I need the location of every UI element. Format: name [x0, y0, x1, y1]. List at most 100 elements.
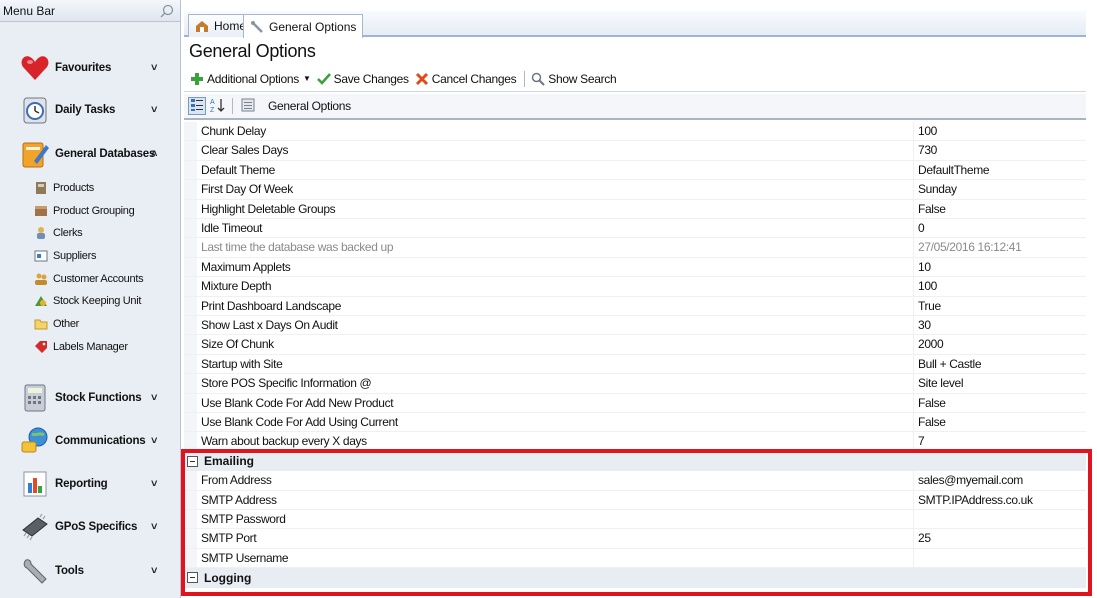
property-value[interactable]: 100	[918, 279, 937, 293]
row-margin	[184, 548, 197, 568]
property-value[interactable]: 100	[918, 124, 937, 138]
property-value[interactable]: True	[918, 299, 941, 313]
property-value[interactable]: Bull + Castle	[918, 357, 982, 371]
pin-icon[interactable]	[160, 4, 174, 18]
sidebar-item-clerks[interactable]: Clerks	[34, 223, 83, 243]
category-logging[interactable]: Logging	[184, 568, 1086, 588]
property-name: Chunk Delay	[201, 124, 266, 138]
property-row[interactable]: Mixture Depth 100	[184, 277, 1086, 297]
collapse-toggle-icon[interactable]	[187, 572, 198, 584]
property-row[interactable]: Size Of Chunk 2000	[184, 335, 1086, 355]
plus-icon	[190, 72, 204, 86]
chevron-down-icon[interactable]: ˅	[151, 104, 157, 116]
sidebar-item-labels-manager[interactable]: Labels Manager	[34, 337, 128, 357]
menu-bar-title: Menu Bar	[3, 3, 56, 18]
tab-general-options[interactable]: General Options	[243, 14, 364, 38]
chevron-down-icon[interactable]: ˅	[151, 435, 157, 447]
sidebar-item-label: Stock Keeping Unit	[53, 295, 142, 307]
row-margin	[184, 219, 197, 238]
sidebar-item-customer-accounts[interactable]: Customer Accounts	[34, 269, 144, 289]
tab-bar: Home General Options	[184, 11, 1086, 38]
property-value[interactable]: Site level	[918, 376, 964, 390]
property-row[interactable]: Clear Sales Days 730	[184, 141, 1086, 161]
property-row[interactable]: Last time the database was backed up 27/0…	[184, 238, 1086, 258]
main-content: Home General Options General Options Add…	[184, 0, 1097, 598]
sidebar-item-stock-keeping-unit[interactable]: Stock Keeping Unit	[34, 291, 141, 311]
property-row[interactable]: From Address sales@myemail.com	[184, 471, 1086, 491]
save-changes-button[interactable]: Save Changes	[316, 71, 409, 86]
collapse-toggle-icon[interactable]	[187, 455, 198, 467]
group-label: Daily Tasks	[55, 104, 116, 116]
property-name: Store POS Specific Information @	[201, 376, 372, 391]
group-daily-tasks[interactable]: Daily Tasks ˅	[0, 90, 181, 130]
property-name: Use Blank Code For Add Using Current	[201, 415, 398, 429]
group-communications[interactable]: Communications ˅	[0, 421, 181, 461]
sidebar-item-products[interactable]: Products	[34, 178, 94, 198]
sidebar-item-label: Clerks	[53, 227, 83, 239]
property-row[interactable]: Maximum Applets 10	[184, 257, 1086, 278]
property-value[interactable]: 7	[918, 434, 925, 448]
group-tools[interactable]: Tools ˅	[0, 551, 181, 591]
chevron-down-icon[interactable]: ˅	[151, 62, 157, 74]
property-value[interactable]: False	[918, 415, 946, 429]
property-row[interactable]: Idle Timeout 0	[184, 219, 1086, 239]
property-value[interactable]: 10	[918, 260, 931, 274]
property-row[interactable]: SMTP Username	[184, 548, 1086, 569]
property-row[interactable]: Use Blank Code For Add New Product False	[184, 393, 1086, 413]
property-value[interactable]: 25	[918, 531, 931, 545]
property-value[interactable]: SMTP.IPAddress.co.uk	[918, 493, 1033, 507]
property-name: SMTP Password	[201, 512, 286, 526]
group-gpos-specifics[interactable]: GPoS Specifics ˅	[0, 507, 181, 547]
save-changes-label: Save Changes	[333, 71, 409, 86]
property-row[interactable]: Warn about backup every X days 7	[184, 432, 1086, 452]
show-search-button[interactable]: Show Search	[531, 72, 617, 86]
chevron-down-icon[interactable]: ˅	[151, 478, 157, 490]
property-row[interactable]: SMTP Address SMTP.IPAddress.co.uk	[184, 490, 1086, 510]
chevron-down-icon[interactable]: ˅	[151, 521, 157, 533]
globe-icon	[20, 426, 50, 456]
row-margin	[184, 354, 197, 374]
row-margin	[184, 238, 197, 257]
property-value[interactable]: False	[918, 202, 946, 216]
group-stock-functions[interactable]: Stock Functions ˅	[0, 378, 181, 418]
property-value[interactable]: 0	[918, 221, 925, 235]
property-row[interactable]: Default Theme DefaultTheme	[184, 160, 1086, 181]
alphabetical-sort-button[interactable]: AZ	[209, 97, 227, 115]
property-name: SMTP Port	[201, 531, 257, 546]
categorized-view-button[interactable]	[188, 97, 206, 115]
toolbar: Additional Options ▼ Save Changes Cancel…	[184, 66, 1086, 92]
sidebar-item-product-grouping[interactable]: Product Grouping	[34, 201, 135, 221]
sidebar-item-other[interactable]: Other	[34, 314, 79, 334]
property-row[interactable]: Print Dashboard Landscape True	[184, 296, 1086, 316]
property-row[interactable]: SMTP Port 25	[184, 529, 1086, 549]
property-value[interactable]: DefaultTheme	[918, 163, 990, 177]
group-reporting[interactable]: Reporting ˅	[0, 464, 181, 504]
property-row[interactable]: SMTP Password	[184, 510, 1086, 530]
property-row[interactable]: Store POS Specific Information @ Site lev…	[184, 374, 1086, 394]
chevron-down-icon[interactable]: ˅	[151, 565, 157, 577]
additional-options-button[interactable]: Additional Options ▼	[190, 72, 311, 86]
cancel-changes-button[interactable]: Cancel Changes	[415, 72, 517, 86]
property-row[interactable]: First Day Of Week Sunday	[184, 180, 1086, 200]
property-row[interactable]: Chunk Delay 100	[184, 122, 1086, 142]
chevron-down-icon[interactable]: ˅	[151, 392, 157, 404]
dropdown-arrow-icon: ▼	[303, 74, 311, 83]
category-emailing[interactable]: Emailing	[184, 451, 1086, 472]
property-value[interactable]: 2000	[918, 337, 944, 351]
property-row[interactable]: Highlight Deletable Groups False	[184, 199, 1086, 219]
column-divider	[913, 548, 914, 568]
property-value[interactable]: False	[918, 396, 946, 410]
group-favourites[interactable]: Favourites ˅	[0, 48, 181, 88]
property-row[interactable]: Startup with Site Bull + Castle	[184, 354, 1086, 375]
property-value[interactable]: Sunday	[918, 182, 957, 196]
property-row[interactable]: Use Blank Code For Add Using Current Fals…	[184, 413, 1086, 433]
property-value[interactable]: sales@myemail.com	[918, 473, 1023, 487]
property-row[interactable]: Show Last x Days On Audit 30	[184, 316, 1086, 336]
group-general-databases[interactable]: General Databases ˄	[0, 134, 181, 174]
chevron-up-icon[interactable]: ˄	[151, 148, 157, 160]
property-value[interactable]: 30	[918, 318, 931, 332]
property-pages-button[interactable]	[239, 97, 257, 115]
property-name: Mixture Depth	[201, 279, 272, 294]
sidebar-item-suppliers[interactable]: Suppliers	[34, 246, 96, 266]
property-value[interactable]: 730	[918, 143, 937, 157]
